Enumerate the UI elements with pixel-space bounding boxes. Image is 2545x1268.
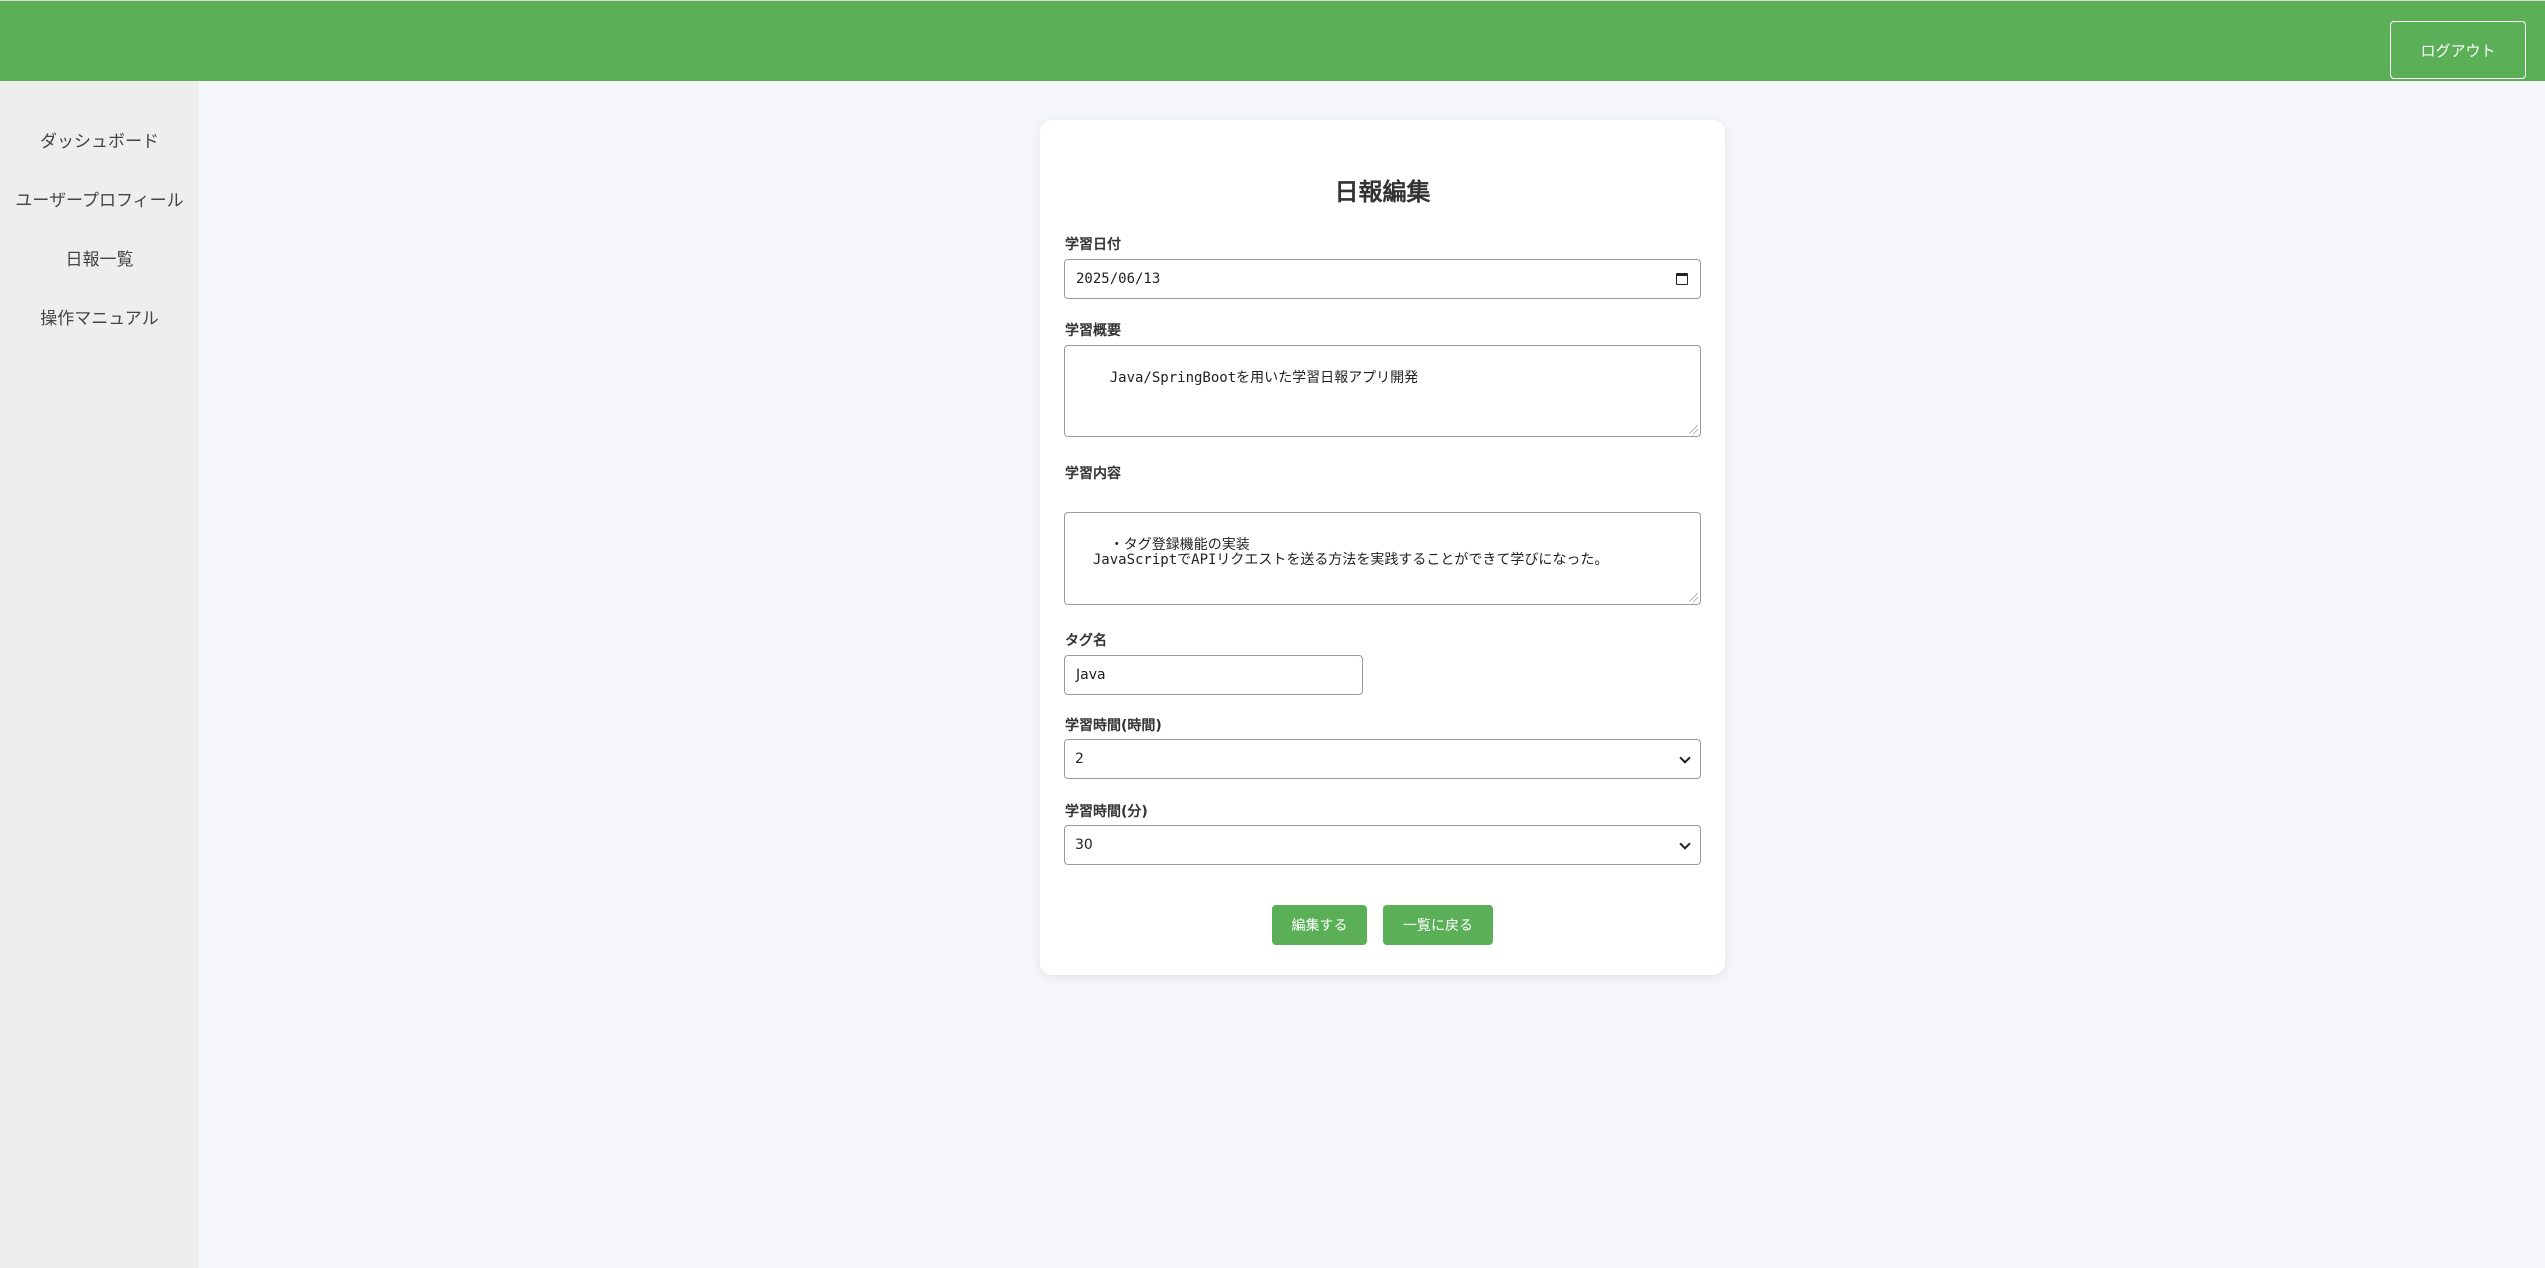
chevron-down-icon xyxy=(1679,838,1691,850)
sidebar-item-dashboard[interactable]: ダッシュボード xyxy=(0,127,199,152)
tag-value: Java xyxy=(1076,667,1106,683)
app-header: ログアウト xyxy=(0,0,2545,81)
minutes-label: 学習時間(分) xyxy=(1065,804,1148,820)
content-label: 学習内容 xyxy=(1065,466,1121,482)
tag-label: タグ名 xyxy=(1065,633,1107,649)
page-title: 日報編集 xyxy=(1334,178,1431,206)
date-input[interactable]: 2025/06/13 xyxy=(1064,259,1701,299)
submit-edit-button[interactable]: 編集する xyxy=(1272,905,1367,945)
sidebar-item-user-profile[interactable]: ユーザープロフィール xyxy=(0,186,199,211)
calendar-icon[interactable] xyxy=(1676,273,1688,285)
hours-label: 学習時間(時間) xyxy=(1065,718,1162,734)
resize-handle-icon[interactable] xyxy=(1689,593,1698,602)
summary-textarea[interactable]: Java/SpringBootを用いた学習日報アプリ開発 xyxy=(1064,345,1701,437)
hours-value: 2 xyxy=(1075,751,1084,767)
hours-select[interactable]: 2 xyxy=(1064,739,1701,779)
content-textarea[interactable]: ・タグ登録機能の実装 JavaScriptでAPIリクエストを送る方法を実践する… xyxy=(1064,512,1701,605)
resize-handle-icon[interactable] xyxy=(1689,425,1698,434)
back-to-list-button[interactable]: 一覧に戻る xyxy=(1383,905,1493,945)
sidebar-item-report-list[interactable]: 日報一覧 xyxy=(0,245,199,270)
report-edit-card: 日報編集 学習日付 2025/06/13 学習概要 Java/SpringBoo… xyxy=(1040,120,1725,975)
sidebar-item-manual[interactable]: 操作マニュアル xyxy=(0,304,199,329)
tag-input[interactable]: Java xyxy=(1064,655,1363,695)
sidebar: ダッシュボード ユーザープロフィール 日報一覧 操作マニュアル xyxy=(0,81,199,1268)
minutes-value: 30 xyxy=(1075,837,1093,853)
minutes-select[interactable]: 30 xyxy=(1064,825,1701,865)
date-value: 2025/06/13 xyxy=(1076,271,1161,287)
date-label: 学習日付 xyxy=(1065,237,1121,253)
content-value: ・タグ登録機能の実装 JavaScriptでAPIリクエストを送る方法を実践する… xyxy=(1092,537,1609,568)
chevron-down-icon xyxy=(1679,752,1691,764)
summary-label: 学習概要 xyxy=(1065,323,1121,339)
logout-button[interactable]: ログアウト xyxy=(2390,21,2526,79)
summary-value: Java/SpringBootを用いた学習日報アプリ開発 xyxy=(1109,370,1419,386)
